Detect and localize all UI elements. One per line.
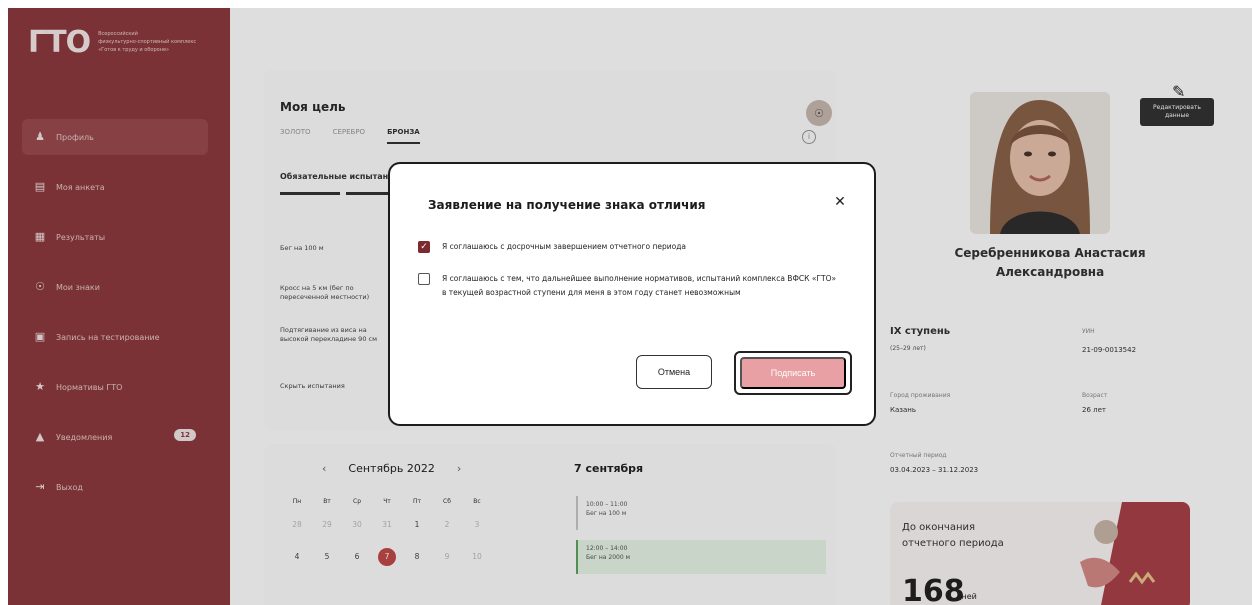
cancel-button[interactable]: Отмена	[636, 355, 712, 389]
close-icon[interactable]: ✕	[830, 192, 850, 212]
checkbox-early-completion-label: Я соглашаюсь с досрочным завершением отч…	[442, 242, 686, 251]
checkbox-no-further-tests[interactable]	[418, 273, 430, 285]
checkbox-no-further-tests-label: Я соглашаюсь с тем, что дальнейшее выпол…	[442, 274, 837, 297]
agreement-no-further-tests[interactable]: Я соглашаюсь с тем, что дальнейшее выпол…	[418, 272, 842, 300]
sign-button[interactable]: Подписать	[740, 357, 846, 389]
badge-application-modal: Заявление на получение знака отличия ✕ ✓…	[390, 164, 874, 424]
app-window: ГТО Всероссийский физкультурно-спортивны…	[8, 8, 1252, 605]
modal-title: Заявление на получение знака отличия	[428, 198, 706, 212]
checkbox-early-completion[interactable]: ✓	[418, 241, 430, 253]
agreement-early-completion[interactable]: ✓ Я соглашаюсь с досрочным завершением о…	[418, 240, 842, 254]
sign-button-focus-ring: Подписать	[734, 351, 852, 395]
